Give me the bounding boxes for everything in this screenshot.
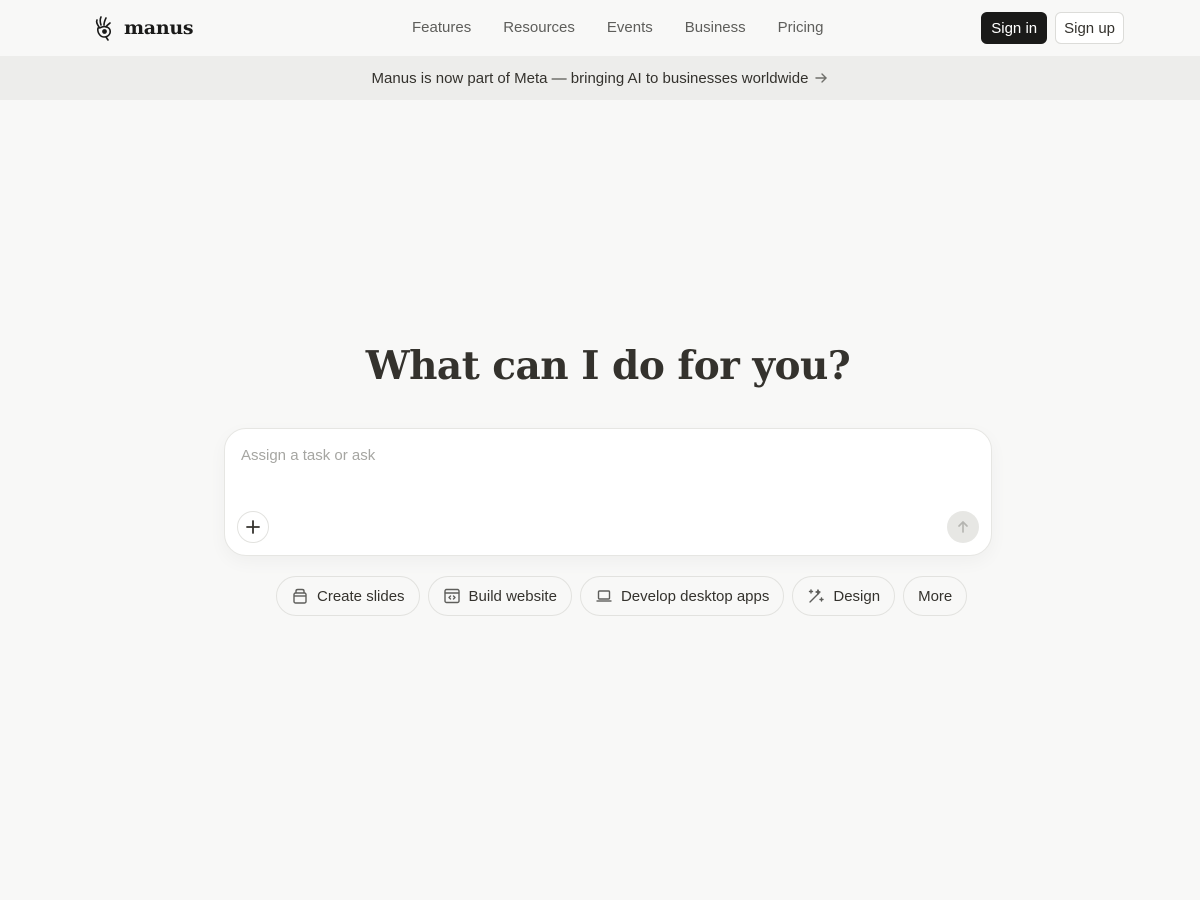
banner-text: Manus is now part of Meta — bringing AI … [371,69,809,87]
announcement-banner[interactable]: Manus is now part of Meta — bringing AI … [0,56,1200,100]
sign-up-button[interactable]: Sign up [1055,12,1124,44]
arrow-up-icon [958,521,968,533]
chip-label: Design [833,587,881,605]
nav-business[interactable]: Business [669,18,762,38]
chip-label: Build website [468,587,557,605]
build-website-chip[interactable]: Build website [427,576,572,616]
slides-icon [293,588,307,604]
design-wand-icon [809,589,825,603]
chip-label: More [918,587,953,605]
nav-features[interactable]: Features [396,18,487,38]
nav-pricing[interactable]: Pricing [762,18,840,38]
add-attachment-button[interactable] [237,511,269,543]
main-nav: Features Resources Events Business Prici… [396,18,840,38]
manus-logo[interactable]: manus [92,14,194,42]
manus-hand-icon [95,16,111,41]
logo-text: manus [124,17,194,39]
browser-code-icon [443,588,460,604]
chip-label: Create slides [317,587,405,605]
create-slides-chip[interactable]: Create slides [276,576,420,616]
task-composer [224,428,992,556]
hero-headline: What can I do for you? [365,343,851,389]
auth-buttons: Sign in Sign up [981,12,1124,44]
top-navigation-bar: manus Features Resources Events Business… [0,0,1200,56]
send-button[interactable] [947,511,979,543]
arrow-right-icon [815,73,828,83]
nav-events[interactable]: Events [591,18,669,38]
more-chip[interactable]: More [903,576,968,616]
develop-desktop-apps-chip[interactable]: Develop desktop apps [579,576,785,616]
chip-label: Develop desktop apps [620,587,770,605]
sign-in-button[interactable]: Sign in [981,12,1048,44]
plus-icon [246,520,260,534]
laptop-icon [596,590,612,602]
nav-resources[interactable]: Resources [487,18,591,38]
task-input[interactable] [241,443,961,467]
design-chip[interactable]: Design [792,576,896,616]
quick-actions: Create slides Build website Develop desk… [276,576,968,616]
